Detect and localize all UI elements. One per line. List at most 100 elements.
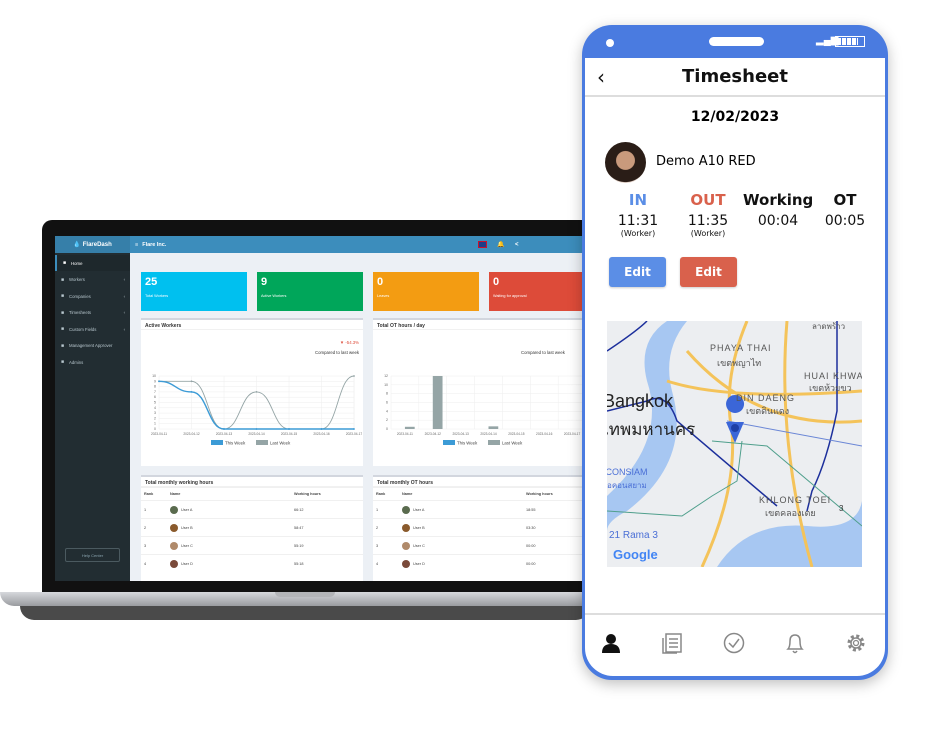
menu-icon[interactable]: ≡ xyxy=(135,242,138,248)
x-tick-label: 2023-04-17 xyxy=(564,432,581,436)
laptop-notch xyxy=(275,592,335,597)
y-tick-label: 6 xyxy=(386,401,388,405)
stat-card[interactable]: 9 Active Workers xyxy=(257,272,363,311)
map-label: เขตดินแดง xyxy=(746,406,789,416)
ot-hours-panel: Total OT hours / day Compared to last we… xyxy=(373,318,595,466)
sidebar-item-home[interactable]: ■ Home xyxy=(55,255,130,271)
legend-label: Last Week xyxy=(270,441,291,446)
user-name: Demo A10 RED xyxy=(656,154,756,169)
active-workers-chart: 01 2345 678 910 2023-04-11 2023-04-12 2023-04-… xyxy=(151,374,362,446)
panel-title: Total monthly OT hours xyxy=(373,477,595,487)
table-row[interactable]: 4 User D 55:18 xyxy=(141,554,363,573)
y-tick-label: 0 xyxy=(386,427,388,431)
avatar xyxy=(170,559,178,568)
chevron-left-icon: ‹ xyxy=(123,326,125,332)
flame-icon: 💧 xyxy=(73,242,81,248)
logo[interactable]: 💧 FlareDash xyxy=(55,236,130,253)
building-icon: ■ xyxy=(61,293,65,299)
sidebar-item-management-approver[interactable]: ■ Management Approver xyxy=(55,338,130,354)
y-tick-label: 1 xyxy=(154,422,156,426)
y-tick-label: 8 xyxy=(154,385,156,389)
avatar xyxy=(402,541,410,550)
nav-profile[interactable] xyxy=(596,628,626,658)
avatar xyxy=(170,505,178,514)
map-label: ลาดพร้าว xyxy=(812,322,845,331)
data-point xyxy=(158,380,160,383)
y-tick-label: 3 xyxy=(154,411,156,415)
y-tick-label: 6 xyxy=(154,395,156,399)
nav-approval[interactable] xyxy=(719,628,749,658)
user-icon: ■ xyxy=(61,342,65,349)
data-point xyxy=(190,391,193,393)
fields-icon: ■ xyxy=(61,326,65,332)
edit-out-button[interactable]: Edit xyxy=(680,257,737,287)
profile-icon xyxy=(602,634,620,653)
panel-title: Total monthly working hours xyxy=(141,477,363,487)
table-row[interactable]: 2 User B 03:30 xyxy=(373,518,595,537)
x-tick-label: 2023-04-12 xyxy=(183,432,200,436)
table-row[interactable]: 1 User A 66:12 xyxy=(141,500,363,519)
x-tick-label: 2023-04-14 xyxy=(480,432,497,436)
y-tick-label: 0 xyxy=(154,427,156,431)
avatar xyxy=(605,142,646,183)
y-tick-label: 5 xyxy=(154,401,156,405)
compare-text: Compared to last week xyxy=(315,350,359,355)
sidebar: 💧 FlareDash ■ Home ■ Workers ‹ ■ Companies ‹ ■ Tim… xyxy=(55,236,130,581)
sidebar-item-workers[interactable]: ■ Workers ‹ xyxy=(55,272,130,288)
back-icon[interactable]: ‹ xyxy=(597,65,605,89)
stat-card[interactable]: 0 Waiting for approval xyxy=(489,272,595,311)
x-tick-label: 2023-04-14 xyxy=(248,432,265,436)
table-row[interactable]: 3 User C 00:00 xyxy=(373,536,595,555)
data-point xyxy=(255,391,258,393)
data-point xyxy=(190,380,193,383)
sidebar-item-custom-fields[interactable]: ■ Custom Fields ‹ xyxy=(55,321,130,337)
table-row[interactable]: 2 User B 58:47 xyxy=(141,518,363,537)
speaker xyxy=(709,37,764,46)
map-label: DIN DAENG xyxy=(736,393,795,403)
y-tick-label: 10 xyxy=(384,383,388,387)
share-icon[interactable]: < xyxy=(515,242,519,248)
data-point xyxy=(353,375,355,377)
battery-icon xyxy=(835,36,865,47)
legend-label: This Week xyxy=(225,441,246,446)
home-icon: ■ xyxy=(63,260,67,266)
table-row[interactable]: 4 User D 00:00 xyxy=(373,554,595,573)
compare-text: Compared to last week xyxy=(521,350,565,355)
map-label: เขตคลองเตย xyxy=(765,508,816,518)
stat-card[interactable]: 25 Total Workers xyxy=(141,272,247,311)
table-row[interactable]: 3 User C 55:19 xyxy=(141,536,363,555)
y-tick-label: 2 xyxy=(154,416,156,420)
uk-flag-icon[interactable] xyxy=(478,241,487,248)
edit-in-button[interactable]: Edit xyxy=(609,257,666,287)
time-column-ot: OT 00:05 xyxy=(824,191,866,229)
data-point xyxy=(255,428,258,430)
google-logo: Google xyxy=(613,547,658,562)
map-label: ไอคอนสยาม xyxy=(607,481,647,490)
location-map[interactable]: PHAYA THAI เขตพญาไท HUAI KHWA เขตห้วยขว … xyxy=(607,321,862,567)
nav-timesheet[interactable] xyxy=(657,628,687,658)
chevron-left-icon: ‹ xyxy=(123,293,125,299)
ot-hours-chart: 0 2 4 6 8 10 12 2023-04-11 2023-04-12 2023-04-13 2… xyxy=(384,374,587,446)
y-tick-label: 12 xyxy=(384,374,388,378)
nav-notifications[interactable] xyxy=(780,628,810,658)
sidebar-item-companies[interactable]: ■ Companies ‹ xyxy=(55,288,130,304)
panel-title: Active Workers xyxy=(141,320,363,330)
table-row[interactable]: 1 User A 18:55 xyxy=(373,500,595,519)
phone-screen: ‹ Timesheet 12/02/2023 Demo A10 RED IN 11… xyxy=(585,58,885,676)
stat-card[interactable]: 0 Leaves xyxy=(373,272,479,311)
help-center-button[interactable]: Help Center xyxy=(65,548,120,562)
bar xyxy=(488,426,499,429)
map-label: Bangkok xyxy=(607,391,674,411)
users-icon: ■ xyxy=(61,276,65,283)
bar xyxy=(432,376,443,429)
x-tick-label: 2023-04-12 xyxy=(425,432,442,436)
bell-icon[interactable]: 🔔 xyxy=(497,241,504,248)
avatar xyxy=(170,523,178,532)
nav-settings[interactable] xyxy=(841,628,871,658)
active-workers-panel: Active Workers ▼ -54.3% Compared to last… xyxy=(141,318,363,466)
sidebar-item-timesheets[interactable]: ■ Timesheets ‹ xyxy=(55,305,130,321)
legend-label: This Week xyxy=(457,441,478,446)
avatar xyxy=(402,559,410,568)
sidebar-item-admins[interactable]: ■ Admins xyxy=(55,354,130,370)
date: 12/02/2023 xyxy=(690,109,780,125)
